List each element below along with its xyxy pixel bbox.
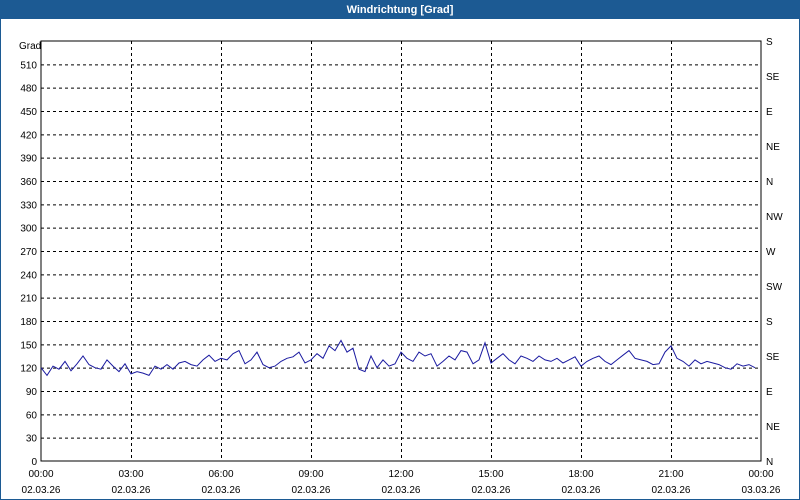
- x-tick-time: 15:00: [478, 469, 503, 480]
- y-right-tick-label: NE: [766, 142, 780, 153]
- x-tick-date: 02.03.26: [472, 485, 511, 496]
- y-tick-label: 0: [31, 457, 37, 468]
- y-tick-label: 210: [20, 294, 37, 305]
- series-line: [40, 339, 756, 377]
- x-tick-time: 00:00: [28, 469, 53, 480]
- y-right-tick-label: N: [766, 457, 773, 468]
- y-tick-label: 30: [26, 434, 38, 445]
- x-tick-time: 21:00: [658, 469, 683, 480]
- y-tick-label: 90: [26, 387, 38, 398]
- y-tick-label: 180: [20, 317, 37, 328]
- y-right-tick-label: S: [766, 317, 773, 328]
- x-tick-date: 02.03.26: [652, 485, 691, 496]
- x-tick-time: 09:00: [298, 469, 323, 480]
- y-right-tick-label: E: [766, 107, 773, 118]
- x-tick-date: 02.03.26: [382, 485, 421, 496]
- x-tick-time: 00:00: [748, 469, 773, 480]
- y-tick-label: 120: [20, 364, 37, 375]
- y-tick-label: 240: [20, 270, 37, 281]
- y-tick-label: 300: [20, 224, 37, 235]
- y-axis-label: Grad: [19, 41, 41, 52]
- y-right-tick-label: NW: [766, 212, 783, 223]
- x-tick-time: 03:00: [118, 469, 143, 480]
- y-right-tick-label: SE: [766, 72, 780, 83]
- y-tick-label: 420: [20, 130, 37, 141]
- y-tick-label: 360: [20, 177, 37, 188]
- line-chart: 0 30 60 90 120 150 180 210 240 270 300 330 360 390 420…: [19, 37, 783, 496]
- x-tick-date: 02.03.26: [292, 485, 331, 496]
- y-tick-label: 450: [20, 107, 37, 118]
- y-right-tick-label: W: [766, 247, 776, 258]
- y-tick-label: 330: [20, 200, 37, 211]
- chart-window: Windrichtung [Grad] 0 30 60 90 120 150 180 210 2…: [0, 0, 800, 500]
- series-layer: [40, 339, 756, 377]
- y-tick-label: 510: [20, 60, 37, 71]
- y-tick-label: 60: [26, 410, 38, 421]
- y-axis-left: 0 30 60 90 120 150 180 210 240 270 300 330 360 390 420…: [20, 60, 37, 468]
- y-right-tick-label: SW: [766, 282, 783, 293]
- x-tick-date: 03.03.26: [742, 485, 781, 496]
- x-tick-date: 02.03.26: [202, 485, 241, 496]
- x-tick-time: 18:00: [568, 469, 593, 480]
- y-tick-label: 390: [20, 154, 37, 165]
- y-right-tick-label: NE: [766, 422, 780, 433]
- y-axis-right-compass: N NE E SE S SW W NW N NE E SE S: [766, 37, 783, 468]
- grid-lines: [41, 41, 761, 461]
- y-tick-label: 150: [20, 340, 37, 351]
- x-tick-date: 02.03.26: [112, 485, 151, 496]
- x-tick-time: 12:00: [388, 469, 413, 480]
- y-tick-label: 480: [20, 84, 37, 95]
- x-tick-date: 02.03.26: [22, 485, 61, 496]
- y-right-tick-label: SE: [766, 352, 780, 363]
- y-tick-label: 270: [20, 247, 37, 258]
- x-tick-time: 06:00: [208, 469, 233, 480]
- y-right-tick-label: N: [766, 177, 773, 188]
- y-right-tick-label: E: [766, 387, 773, 398]
- x-axis: 00:00 02.03.26 03:00 02.03.26 06:00 02.03.26 0…: [22, 469, 781, 496]
- y-right-tick-label: S: [766, 37, 773, 48]
- x-tick-date: 02.03.26: [562, 485, 601, 496]
